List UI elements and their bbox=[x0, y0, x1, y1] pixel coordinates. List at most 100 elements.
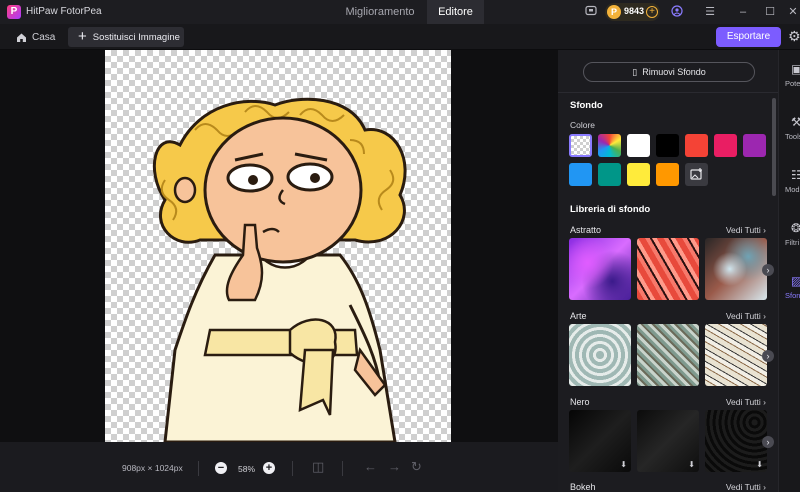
add-credits-icon[interactable]: + bbox=[646, 6, 658, 18]
undo-icon[interactable]: ← bbox=[364, 459, 377, 474]
credits-badge[interactable]: P 9843 + bbox=[605, 3, 660, 21]
swatch-blue[interactable] bbox=[569, 163, 592, 186]
bg-thumb-arte-3[interactable] bbox=[705, 324, 767, 386]
swatch-rainbow[interactable] bbox=[598, 134, 621, 157]
zoom-level: 58% bbox=[238, 464, 256, 474]
rail-label: Filtri bbox=[785, 238, 800, 247]
library-header-astratto: Astratto Vedi Tutti › bbox=[570, 225, 766, 237]
scroll-right-icon[interactable]: › bbox=[762, 350, 774, 362]
compare-icon[interactable]: ◫ bbox=[312, 459, 324, 475]
remove-background-button[interactable]: ▯ Rimuovi Sfondo bbox=[583, 62, 755, 82]
replace-image-label: Sostituisci Immagine bbox=[92, 31, 180, 43]
bg-thumb-nero-1[interactable]: ⬇ bbox=[569, 410, 631, 472]
library-name: Nero bbox=[570, 397, 590, 407]
background-panel: ▯ Rimuovi Sfondo Sfondo Colore Libreria … bbox=[558, 50, 778, 492]
app-name: HitPaw FotorPea bbox=[26, 6, 102, 17]
minimize-icon[interactable]: – bbox=[736, 5, 750, 19]
close-icon[interactable]: ✕ bbox=[786, 5, 800, 19]
app-logo: P bbox=[7, 5, 21, 19]
swatch-transparent[interactable] bbox=[569, 134, 592, 157]
image-dimensions: 908px × 1024px bbox=[122, 463, 183, 473]
tab-miglioramento[interactable]: Miglioramento bbox=[335, 0, 425, 24]
download-icon: ⬇ bbox=[756, 460, 763, 469]
swatch-red[interactable] bbox=[685, 134, 708, 157]
library-name: Arte bbox=[570, 311, 587, 321]
rail-label: Potenz bbox=[785, 79, 800, 88]
rail-item-modif[interactable]: ☷ Modif bbox=[779, 168, 800, 198]
export-button[interactable]: Esportare bbox=[716, 27, 781, 47]
background-title: Sfondo bbox=[570, 100, 603, 111]
tools-icon: ⚒ bbox=[791, 115, 800, 129]
bg-thumb-nero-2[interactable]: ⬇ bbox=[637, 410, 699, 472]
library-header-nero: Nero Vedi Tutti › bbox=[570, 397, 766, 409]
chat-icon[interactable] bbox=[584, 5, 598, 19]
swatch-yellow[interactable] bbox=[627, 163, 650, 186]
download-icon: ⬇ bbox=[688, 460, 695, 469]
library-header-bokeh: Bokeh Vedi Tutti › bbox=[570, 482, 766, 492]
zoom-out-button[interactable]: − bbox=[215, 462, 227, 474]
bg-thumb-nero-3[interactable]: ⬇ bbox=[705, 410, 767, 472]
swatch-pink[interactable] bbox=[714, 134, 737, 157]
panel-scrollbar[interactable] bbox=[772, 98, 776, 196]
image-canvas[interactable] bbox=[105, 50, 451, 442]
coin-icon: P bbox=[607, 5, 621, 19]
remove-bg-icon: ▯ bbox=[632, 66, 638, 77]
reset-icon[interactable]: ↻ bbox=[411, 459, 422, 475]
user-icon[interactable] bbox=[670, 5, 684, 19]
rail-item-potenz[interactable]: ▣ Potenz bbox=[779, 62, 800, 92]
bg-thumb-arte-2[interactable] bbox=[637, 324, 699, 386]
bottom-bar: 908px × 1024px − 58% + ◫ ← → ↻ bbox=[0, 442, 558, 492]
bg-thumb-astratto-3[interactable] bbox=[705, 238, 767, 300]
library-name: Astratto bbox=[570, 225, 602, 235]
rail-item-sfondo[interactable]: ▨ Sfondo bbox=[779, 274, 800, 304]
swatch-teal[interactable] bbox=[598, 163, 621, 186]
zoom-in-button[interactable]: + bbox=[263, 462, 275, 474]
divider bbox=[342, 461, 343, 476]
swatch-purple[interactable] bbox=[743, 134, 766, 157]
menu-icon[interactable]: ☰ bbox=[703, 5, 717, 19]
see-all-astratto[interactable]: Vedi Tutti › bbox=[726, 225, 766, 235]
see-all-bokeh[interactable]: Vedi Tutti › bbox=[726, 482, 766, 492]
plus-icon: + bbox=[78, 28, 87, 45]
bg-thumb-astratto-1[interactable] bbox=[569, 238, 631, 300]
swatch-orange[interactable] bbox=[656, 163, 679, 186]
cutout-image bbox=[152, 97, 407, 442]
canvas-area[interactable] bbox=[0, 50, 558, 442]
download-icon: ⬇ bbox=[620, 460, 627, 469]
add-image-swatch[interactable] bbox=[685, 163, 708, 186]
gear-icon[interactable]: ⚙ bbox=[788, 28, 800, 45]
redo-icon[interactable]: → bbox=[388, 459, 401, 474]
rail-label: Modif bbox=[785, 185, 800, 194]
enhance-icon: ▣ bbox=[791, 62, 800, 76]
bg-thumb-arte-1[interactable] bbox=[569, 324, 631, 386]
sliders-icon: ☷ bbox=[791, 168, 800, 182]
home-icon bbox=[17, 33, 26, 42]
library-title: Libreria di sfondo bbox=[570, 204, 651, 215]
divider bbox=[558, 92, 778, 93]
see-all-arte[interactable]: Vedi Tutti › bbox=[726, 311, 766, 321]
background-icon: ▨ bbox=[791, 274, 800, 288]
maximize-icon[interactable]: ☐ bbox=[763, 5, 777, 19]
title-bar: P HitPaw FotorPea Miglioramento Editore … bbox=[0, 0, 800, 24]
home-button[interactable]: Casa bbox=[10, 28, 61, 46]
replace-image-button[interactable]: + Sostituisci Immagine bbox=[68, 27, 184, 47]
credits-count: 9843 bbox=[624, 6, 645, 16]
color-label: Colore bbox=[570, 120, 596, 130]
swatch-black[interactable] bbox=[656, 134, 679, 157]
scroll-right-icon[interactable]: › bbox=[762, 436, 774, 448]
divider bbox=[198, 461, 199, 476]
filter-icon: ❂ bbox=[791, 221, 800, 235]
bg-thumb-astratto-2[interactable] bbox=[637, 238, 699, 300]
toolbar: Casa + Sostituisci Immagine Esportare ⚙ bbox=[0, 24, 800, 50]
rail-label: Sfondo bbox=[785, 291, 800, 300]
scroll-right-icon[interactable]: › bbox=[762, 264, 774, 276]
swatch-white[interactable] bbox=[627, 134, 650, 157]
add-image-icon bbox=[690, 168, 702, 180]
rail-label: Tools bbox=[785, 132, 800, 141]
side-rail: ▣ Potenz ⚒ Tools ☷ Modif ❂ Filtri ▨ Sfon… bbox=[778, 50, 800, 492]
rail-item-filtri[interactable]: ❂ Filtri bbox=[779, 221, 800, 251]
tab-editore[interactable]: Editore bbox=[427, 0, 484, 24]
library-header-arte: Arte Vedi Tutti › bbox=[570, 311, 766, 323]
see-all-nero[interactable]: Vedi Tutti › bbox=[726, 397, 766, 407]
rail-item-tools[interactable]: ⚒ Tools bbox=[779, 115, 800, 145]
